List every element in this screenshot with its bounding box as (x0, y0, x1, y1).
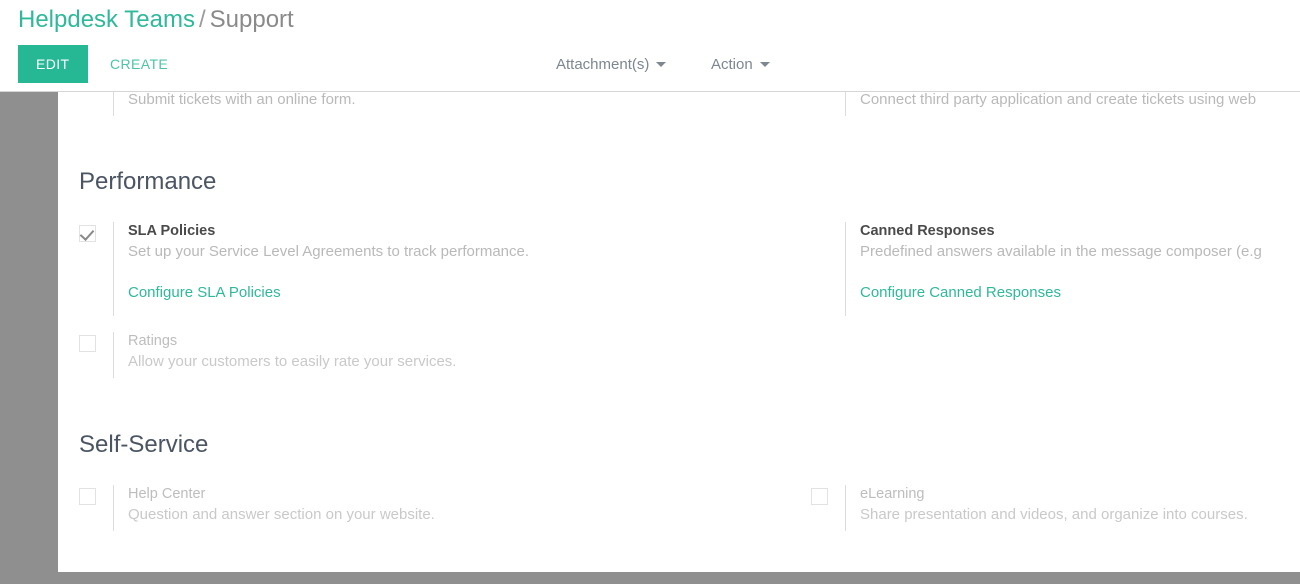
edit-button[interactable]: EDIT (18, 45, 88, 83)
row-divider (113, 92, 114, 116)
row-description: Set up your Service Level Agreements to … (128, 243, 530, 260)
breadcrumb-separator: / (198, 6, 206, 33)
configure-canned-responses-link[interactable]: Configure Canned Responses (860, 284, 1061, 301)
row-title: Help Center (128, 486, 206, 502)
action-menu-label: Action (711, 55, 753, 73)
section-title-self-service: Self-Service (79, 431, 209, 458)
breadcrumb-leaf: Support (209, 6, 294, 33)
ratings-checkbox[interactable] (79, 335, 96, 352)
row-description: Allow your customers to easily rate your… (128, 353, 457, 370)
row-title: SLA Policies (128, 223, 216, 239)
chevron-down-icon (656, 61, 667, 67)
action-menu[interactable]: Action (711, 45, 770, 83)
settings-sheet: . Submit tickets with an online form. . … (58, 92, 1300, 572)
sla-policies-checkbox[interactable] (79, 225, 96, 242)
control-panel: Helpdesk Teams / Support EDIT CREATE Attac… (0, 0, 1300, 92)
row-divider (845, 485, 846, 531)
row-description: Predefined answers available in the mess… (860, 243, 1262, 260)
attachments-menu[interactable]: Attachment(s) (556, 45, 667, 83)
row-title: eLearning (860, 486, 925, 502)
create-button[interactable]: CREATE (98, 45, 180, 83)
row-divider (113, 332, 114, 378)
breadcrumb: Helpdesk Teams / Support (18, 6, 294, 34)
row-description: Connect third party application and crea… (860, 92, 1257, 108)
configure-sla-policies-link[interactable]: Configure SLA Policies (128, 284, 281, 301)
section-title-performance: Performance (79, 168, 217, 195)
attachments-menu-label: Attachment(s) (556, 55, 650, 73)
chevron-down-icon (759, 61, 770, 67)
row-title: Canned Responses (860, 223, 995, 239)
row-title: Ratings (128, 333, 178, 349)
row-description: Submit tickets with an online form. (128, 92, 356, 108)
row-description: Question and answer section on your webs… (128, 506, 435, 523)
row-description: Share presentation and videos, and organ… (860, 506, 1248, 523)
row-divider (845, 222, 846, 316)
help-center-checkbox[interactable] (79, 488, 96, 505)
breadcrumb-root[interactable]: Helpdesk Teams (18, 6, 195, 33)
row-divider (113, 222, 114, 316)
left-backdrop-strip (0, 92, 58, 572)
row-divider (845, 92, 846, 116)
row-divider (113, 485, 114, 531)
elearning-checkbox[interactable] (811, 488, 828, 505)
